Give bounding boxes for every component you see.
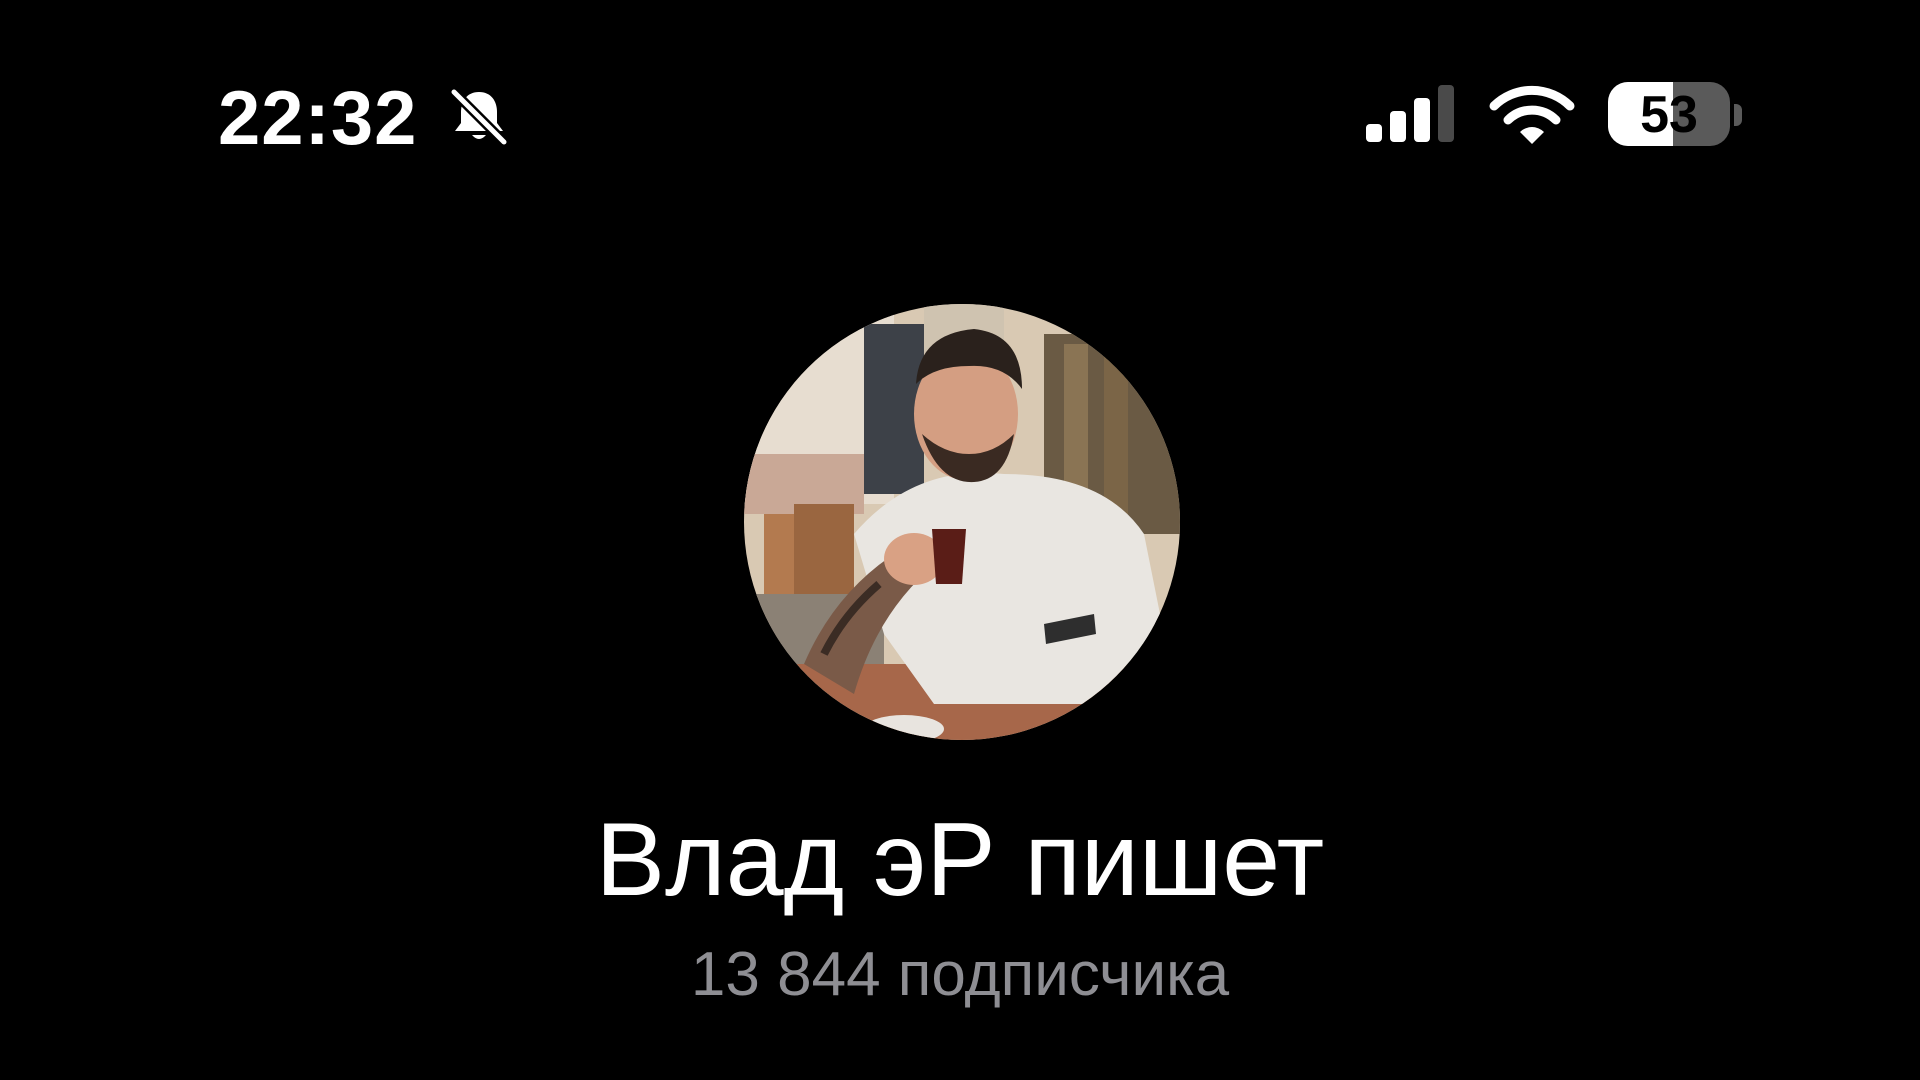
channel-title: Влад эР пишет bbox=[595, 802, 1325, 918]
channel-profile-screen: 22:32 53 Влад эР пишет 13 844 подписчика bbox=[0, 0, 1920, 1080]
status-time: 22:32 bbox=[218, 76, 418, 161]
wifi-icon bbox=[1488, 82, 1576, 148]
signal-bar bbox=[1366, 124, 1382, 142]
bell-slash-icon bbox=[446, 84, 512, 150]
subscriber-count: 13 844 подписчика bbox=[690, 940, 1230, 1009]
battery-percent: 53 bbox=[1640, 86, 1698, 144]
signal-bar bbox=[1438, 85, 1454, 142]
status-bar: 22:32 53 bbox=[0, 0, 1920, 230]
channel-avatar-photo bbox=[744, 304, 1180, 740]
battery-indicator: 53 bbox=[1608, 82, 1746, 146]
cellular-signal-icon bbox=[1362, 84, 1458, 144]
battery-cap bbox=[1734, 104, 1742, 126]
channel-avatar[interactable] bbox=[744, 304, 1180, 740]
signal-bar bbox=[1390, 111, 1406, 142]
signal-bar bbox=[1414, 98, 1430, 142]
battery-body: 53 bbox=[1608, 82, 1730, 146]
